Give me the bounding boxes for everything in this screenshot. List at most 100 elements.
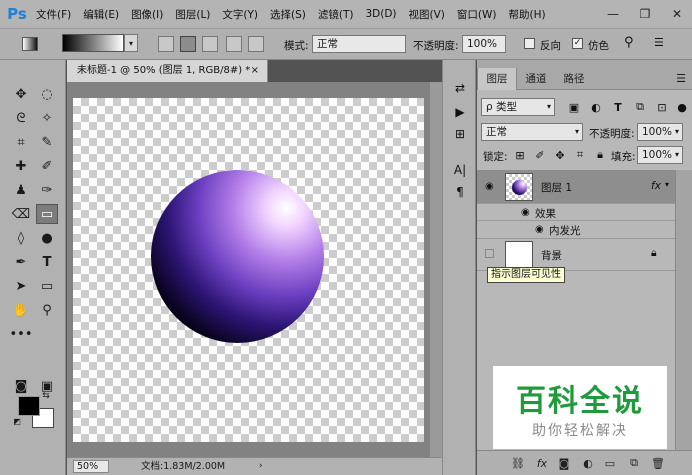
layer-filter-select[interactable]: ρ 类型 ▾ — [481, 98, 555, 116]
eraser-icon[interactable]: ⌫ — [10, 204, 32, 224]
magic-wand-icon[interactable]: ✧ — [36, 108, 58, 128]
healing-brush-icon[interactable]: ✚ — [10, 156, 32, 176]
lock-image-pixels-icon[interactable]: ✐ — [533, 148, 547, 162]
menu-image[interactable]: 图像(I) — [125, 7, 169, 22]
background-visibility-box[interactable] — [485, 249, 494, 258]
new-group-icon[interactable]: ▭ — [603, 456, 617, 470]
layer1-visibility-eye-icon[interactable]: ◉ — [485, 181, 494, 192]
rectangle-tool-icon[interactable]: ▭ — [36, 276, 58, 296]
lock-transparent-pixels-icon[interactable]: ⊞ — [513, 148, 527, 162]
menu-window[interactable]: 窗口(W) — [451, 7, 503, 22]
layers-scrollbar[interactable] — [675, 170, 692, 458]
eyedropper-icon[interactable]: ✎ — [36, 132, 58, 152]
delete-layer-icon[interactable]: 🗑︎ — [651, 456, 665, 470]
inner-glow-visibility-eye-icon[interactable]: ◉ — [535, 224, 544, 235]
path-selection-icon[interactable]: ➤ — [10, 276, 32, 296]
layer-row-layer1[interactable]: ◉ 图层 1 fx ▾ — [477, 170, 675, 204]
paragraph-panel-icon[interactable]: ¶ — [452, 184, 468, 200]
tab-paths[interactable]: 路径 — [555, 68, 593, 90]
layer1-fx-icon[interactable]: fx — [651, 180, 661, 192]
lock-all-icon[interactable]: 🔒︎ — [593, 148, 607, 162]
menu-view[interactable]: 视图(V) — [403, 7, 451, 22]
filter-smart-object-icon[interactable]: ⊡ — [655, 100, 669, 114]
filter-toggle-icon[interactable]: ● — [675, 100, 689, 114]
diamond-gradient-icon[interactable] — [248, 36, 264, 52]
foreground-color-swatch[interactable] — [18, 396, 40, 416]
history-brush-icon[interactable]: ✑ — [36, 180, 58, 200]
screen-mode-icon[interactable]: ▣ — [36, 376, 58, 396]
zoom-tool-icon[interactable]: ⚲ — [36, 300, 58, 320]
menu-type[interactable]: 文字(Y) — [216, 7, 264, 22]
menu-select[interactable]: 选择(S) — [264, 7, 312, 22]
menu-filter[interactable]: 滤镜(T) — [312, 7, 360, 22]
search-icon[interactable]: ⚲ — [624, 35, 634, 50]
clone-stamp-icon[interactable]: ♟ — [10, 180, 32, 200]
lock-artboard-icon[interactable]: ⌗ — [573, 148, 587, 162]
blur-icon[interactable]: ◊ — [10, 228, 32, 248]
opacity-field[interactable]: 100% — [462, 35, 506, 53]
pen-icon[interactable]: ✒ — [10, 252, 32, 272]
tab-channels[interactable]: 通道 — [517, 68, 555, 90]
brush-icon[interactable]: ✐ — [36, 156, 58, 176]
quick-mask-icon[interactable]: ◙ — [10, 376, 32, 396]
workspace-icon[interactable]: ☰ — [654, 36, 664, 49]
add-mask-icon[interactable]: ◙ — [557, 456, 571, 470]
zoom-field[interactable]: 50% — [73, 460, 109, 473]
document-tab[interactable]: 未标题-1 @ 50% (图层 1, RGB/8#) * × — [67, 60, 268, 82]
close-tab-icon[interactable]: × — [251, 60, 259, 82]
elliptical-marquee-icon[interactable]: ◌ — [36, 84, 58, 104]
menu-3d[interactable]: 3D(D) — [359, 8, 402, 20]
type-tool-icon[interactable]: T — [36, 252, 58, 272]
lock-position-icon[interactable]: ✥ — [553, 148, 567, 162]
radial-gradient-icon[interactable] — [180, 36, 196, 52]
filter-adjustment-icon[interactable]: ◐ — [589, 100, 603, 114]
background-layer-name[interactable]: 背景 — [541, 248, 562, 263]
gradient-tool-icon[interactable]: ▭ — [36, 204, 58, 224]
filter-type-icon[interactable]: T — [611, 100, 625, 114]
link-layers-icon[interactable]: ⛓ — [511, 456, 525, 470]
default-colors-icon[interactable]: ◩ — [12, 416, 22, 426]
layer1-effects-toggle-icon[interactable]: ▾ — [665, 180, 669, 189]
restore-icon[interactable]: ❐ — [630, 0, 660, 28]
close-icon[interactable]: ✕ — [662, 0, 692, 28]
move-tool-icon[interactable]: ✥ — [10, 84, 32, 104]
dither-checkbox[interactable]: ✓ — [572, 38, 583, 49]
reverse-checkbox[interactable] — [524, 38, 535, 49]
menu-file[interactable]: 文件(F) — [30, 7, 77, 22]
gradient-tool-preset-icon[interactable] — [22, 37, 38, 51]
mode-select[interactable]: 正常 — [312, 35, 406, 53]
linear-gradient-icon[interactable] — [158, 36, 174, 52]
effects-row[interactable]: ◉ 效果 — [477, 204, 675, 221]
reflected-gradient-icon[interactable] — [226, 36, 242, 52]
blend-mode-select[interactable]: 正常 ▾ — [481, 123, 583, 141]
document-vertical-scrollbar[interactable] — [430, 82, 442, 457]
effects-visibility-eye-icon[interactable]: ◉ — [521, 207, 530, 218]
layer1-name[interactable]: 图层 1 — [541, 180, 572, 195]
status-menu-chevron-icon[interactable]: › — [259, 458, 263, 475]
minimize-icon[interactable]: — — [598, 0, 628, 28]
menu-layer[interactable]: 图层(L) — [169, 7, 216, 22]
more-tools-icon[interactable]: ••• — [10, 324, 33, 344]
lasso-icon[interactable]: ᘓ — [10, 108, 32, 128]
dodge-icon[interactable]: ● — [36, 228, 58, 248]
menu-help[interactable]: 帮助(H) — [503, 7, 552, 22]
filter-shape-icon[interactable]: ⧉ — [633, 100, 647, 114]
properties-panel-icon[interactable]: ⊞ — [452, 126, 468, 142]
layer-opacity-field[interactable]: 100% ▾ — [637, 123, 683, 141]
menu-edit[interactable]: 编辑(E) — [77, 7, 125, 22]
new-layer-icon[interactable]: ⧉ — [627, 456, 641, 470]
actions-play-icon[interactable]: ▶ — [452, 104, 468, 120]
history-panel-icon[interactable]: ⇄ — [452, 80, 468, 96]
crop-icon[interactable]: ⌗ — [10, 132, 32, 152]
angle-gradient-icon[interactable] — [202, 36, 218, 52]
new-adjustment-layer-icon[interactable]: ◐ — [581, 456, 595, 470]
filter-pixel-icon[interactable]: ▣ — [567, 100, 581, 114]
panel-menu-icon[interactable]: ☰ — [676, 72, 686, 85]
tab-layers[interactable]: 图层 — [477, 68, 517, 90]
hand-tool-icon[interactable]: ✋ — [10, 300, 32, 320]
inner-glow-row[interactable]: ◉ 内发光 — [477, 221, 675, 239]
fill-field[interactable]: 100% ▾ — [637, 146, 683, 164]
add-layer-style-icon[interactable]: fx — [535, 456, 549, 470]
gradient-preview-bar[interactable] — [62, 34, 124, 52]
gradient-dropdown-chevron-icon[interactable]: ▾ — [124, 34, 138, 52]
